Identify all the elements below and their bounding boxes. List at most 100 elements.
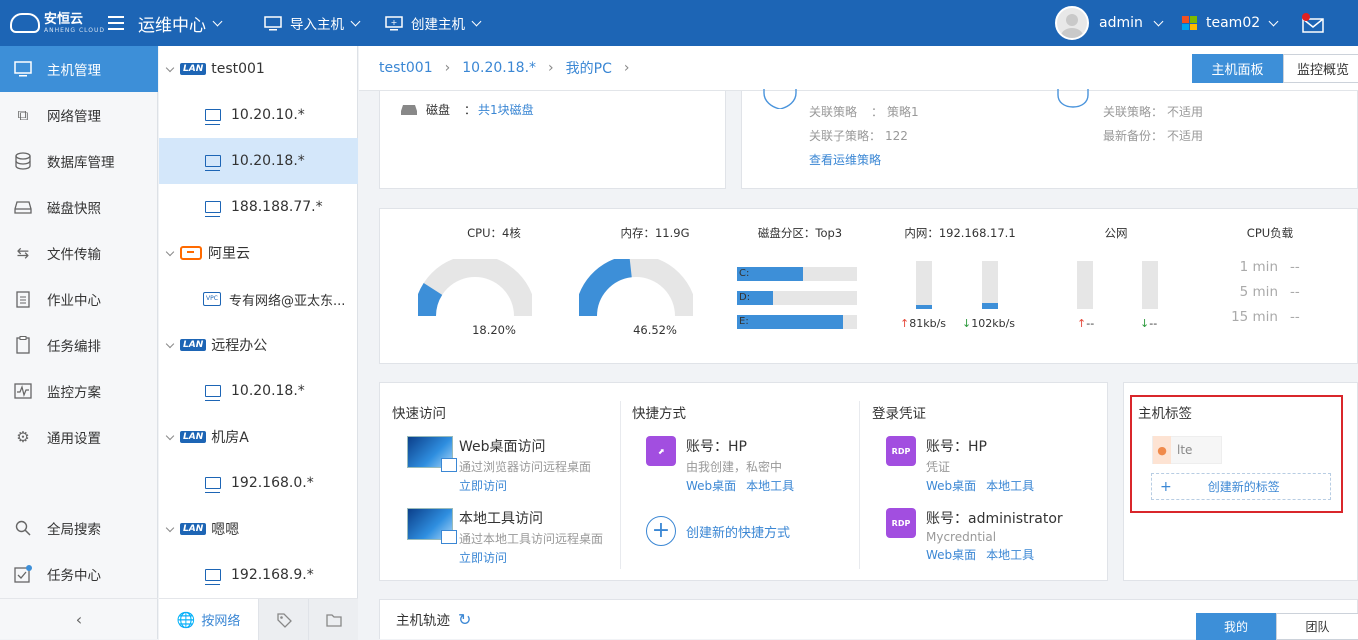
- nav-monitoring-plan[interactable]: 监控方案: [0, 368, 158, 414]
- disk-bar-e: E:: [737, 315, 857, 329]
- quick-access-title: 快速访问: [392, 406, 446, 422]
- access-name: 本地工具访问: [459, 511, 543, 527]
- tree-node-subnet[interactable]: 10.20.18.*: [159, 368, 358, 414]
- disk-bar-label: D:: [739, 292, 751, 303]
- wan-title: 公网: [1104, 226, 1128, 240]
- nav-file-transfer[interactable]: ⇆ 文件传输: [0, 230, 158, 276]
- web-desktop-link[interactable]: Web桌面: [686, 479, 736, 493]
- nav-database-management[interactable]: 数据库管理: [0, 138, 158, 184]
- create-shortcut-button[interactable]: + 创建新的快捷方式: [646, 516, 790, 546]
- brand-logo[interactable]: 安恒云 ANHENG CLOUD: [10, 0, 105, 46]
- monitor-icon: [205, 385, 221, 401]
- local-tool-link[interactable]: 本地工具: [986, 548, 1034, 562]
- module-selector[interactable]: 运维中心: [138, 0, 223, 46]
- subpolicy-value: 122: [885, 129, 908, 143]
- create-tag-button[interactable]: + 创建新的标签: [1151, 473, 1331, 500]
- menu-toggle[interactable]: [108, 0, 124, 46]
- metrics-card: CPU：4核 18.20% 内存：11.9G 46.52% 磁盘分区：Top3 …: [379, 208, 1358, 364]
- tree-node-enen[interactable]: LAN 嗯嗯: [159, 506, 358, 552]
- tab-host-panel[interactable]: 主机面板: [1192, 54, 1283, 83]
- tree-footer: 🌐 按网络: [159, 598, 358, 640]
- tree-node-test001[interactable]: LAN test001: [159, 46, 358, 92]
- disk-count-link[interactable]: 共1块磁盘: [478, 101, 534, 118]
- tree-node-subnet[interactable]: 10.20.10.*: [159, 92, 358, 138]
- tab-by-folder[interactable]: [308, 599, 358, 640]
- nav-label: 任务中心: [47, 568, 101, 584]
- message-button[interactable]: [1300, 0, 1326, 46]
- web-desktop-link[interactable]: Web桌面: [926, 548, 976, 562]
- load-value: --: [1290, 259, 1300, 275]
- import-host-button[interactable]: 导入主机: [264, 0, 361, 46]
- nav-job-center[interactable]: 作业中心: [0, 276, 158, 322]
- create-shortcut-label: 创建新的快捷方式: [686, 525, 791, 541]
- access-now-link[interactable]: 立即访问: [459, 477, 591, 494]
- tree-node-subnet[interactable]: 192.168.0.*: [159, 460, 358, 506]
- policy-value: 策略1: [887, 105, 919, 119]
- network-tree: LAN test001 10.20.10.* 10.20.18.* 188.188…: [159, 46, 358, 640]
- tree-label: 10.20.18.*: [231, 383, 305, 399]
- nav-task-center[interactable]: 任务中心: [0, 551, 158, 597]
- refresh-icon[interactable]: ↻: [458, 610, 471, 629]
- backup-policy-value: 不适用: [1167, 105, 1204, 119]
- create-host-icon: +: [385, 15, 403, 30]
- nav-disk-snapshot[interactable]: 磁盘快照: [0, 184, 158, 230]
- team-menu[interactable]: team02: [1182, 0, 1279, 46]
- tab-team[interactable]: 团队: [1276, 613, 1358, 640]
- tree-node-room-a[interactable]: LAN 机房A: [159, 414, 358, 460]
- nav-label: 磁盘快照: [47, 201, 101, 217]
- left-nav: 主机管理 ⧉ 网络管理 数据库管理 磁盘快照 ⇆ 文件传输 作业中心 任务编排 …: [0, 46, 158, 639]
- cpu-load-list: 1 min -- 5 min -- 15 min --: [1218, 259, 1328, 334]
- tab-label: 按网络: [201, 614, 241, 629]
- globe-icon: 🌐: [176, 610, 196, 629]
- tag-chip[interactable]: ● lte: [1152, 436, 1222, 464]
- tree-node-vpc[interactable]: VPC 专有网络@亚太东...: [159, 276, 358, 322]
- nav-network-management[interactable]: ⧉ 网络管理: [0, 92, 158, 138]
- tree-label: test001: [211, 61, 265, 77]
- tree-node-subnet[interactable]: 192.168.9.*: [159, 552, 358, 598]
- collapse-nav-button[interactable]: ‹: [0, 598, 158, 639]
- tab-by-tag[interactable]: [258, 599, 308, 640]
- disk-bar-label: E:: [739, 316, 749, 327]
- arrow-up-icon: ↑: [1077, 317, 1087, 330]
- local-tool-link[interactable]: 本地工具: [986, 479, 1034, 493]
- tree-node-subnet[interactable]: 188.188.77.*: [159, 184, 358, 230]
- tree-node-remote-office[interactable]: LAN 远程办公: [159, 322, 358, 368]
- view-policy-link[interactable]: 查看运维策略: [809, 151, 881, 168]
- disk-label: 磁盘: [426, 103, 451, 117]
- policy-card: 关联策略：策略1 关联子策略： 122 查看运维策略 关联策略： 不适用 最新备份：…: [741, 89, 1358, 189]
- load-label: 1 min: [1239, 259, 1278, 275]
- load-label: 15 min: [1231, 309, 1278, 325]
- disk-bar-c: C:: [737, 267, 857, 281]
- nav-global-search[interactable]: 全局搜索: [0, 505, 158, 551]
- shortcut-icon: ⬈: [646, 436, 676, 466]
- local-tool-link[interactable]: 本地工具: [746, 479, 794, 493]
- avatar: [1055, 6, 1089, 40]
- credential-desc: 凭证: [926, 460, 951, 474]
- user-menu[interactable]: admin: [1055, 0, 1164, 46]
- breadcrumb-item[interactable]: 10.20.18.*: [462, 60, 536, 76]
- lan-down-value: 102kb/s: [971, 317, 1016, 330]
- web-desktop-access: Web桌面访问 通过浏览器访问远程桌面 立即访问: [407, 436, 591, 494]
- task-icon: [14, 336, 32, 354]
- tab-mine[interactable]: 我的: [1196, 613, 1276, 640]
- tab-monitor-overview[interactable]: 监控概览: [1283, 54, 1358, 83]
- nav-task-orchestration[interactable]: 任务编排: [0, 322, 158, 368]
- wan-down-value: --: [1149, 317, 1158, 330]
- policy-label: 关联策略: [809, 105, 858, 119]
- access-now-link[interactable]: 立即访问: [459, 549, 603, 566]
- tag-icon: [276, 612, 292, 628]
- nav-label: 主机管理: [47, 63, 101, 79]
- brand-sub: ANHENG CLOUD: [44, 26, 105, 34]
- chevron-right-icon: ›: [623, 60, 630, 76]
- tree-node-subnet-selected[interactable]: 10.20.18.*: [159, 138, 358, 184]
- create-host-button[interactable]: + 创建主机: [385, 0, 482, 46]
- nav-general-settings[interactable]: ⚙ 通用设置: [0, 414, 158, 460]
- web-desktop-link[interactable]: Web桌面: [926, 479, 976, 493]
- rdp-icon: RDP: [886, 508, 916, 538]
- breadcrumb-item[interactable]: test001: [379, 60, 433, 76]
- tab-by-network[interactable]: 🌐 按网络: [159, 599, 258, 640]
- tree-node-aliyun[interactable]: 阿里云: [159, 230, 358, 276]
- breadcrumb-item[interactable]: 我的PC: [566, 58, 612, 78]
- plus-icon: +: [1160, 478, 1172, 495]
- nav-host-management[interactable]: 主机管理: [0, 46, 158, 92]
